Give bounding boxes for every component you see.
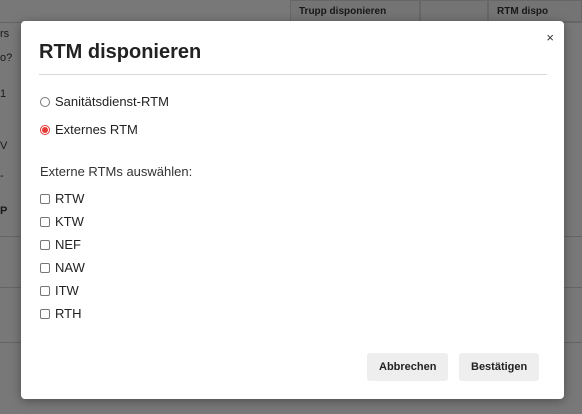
checkbox-label: RTH [55, 306, 82, 321]
checkbox-itw[interactable]: ITW [40, 283, 79, 298]
checkbox-label: ITW [55, 283, 79, 298]
radio-externes-rtm[interactable]: Externes RTM [40, 122, 138, 137]
dialog-title: RTM disponieren [39, 41, 202, 63]
checkbox-naw[interactable]: NAW [40, 260, 85, 275]
close-icon[interactable]: × [546, 31, 554, 44]
checkbox[interactable] [40, 193, 50, 204]
checkbox[interactable] [40, 285, 50, 296]
checkbox-label: RTW [55, 191, 85, 206]
checkbox-label: KTW [55, 214, 84, 229]
confirm-button[interactable]: Bestätigen [459, 353, 540, 381]
radio-button-selected[interactable] [40, 124, 50, 135]
checkbox-ktw[interactable]: KTW [40, 214, 84, 229]
external-rtm-section-label: Externe RTMs auswählen: [40, 164, 193, 179]
radio-button[interactable] [40, 96, 50, 107]
checkbox-nef[interactable]: NEF [40, 237, 81, 252]
rtm-dispatch-dialog: × RTM disponieren Sanitätsdienst-RTM Ext… [21, 21, 564, 399]
radio-label: Sanitätsdienst-RTM [55, 94, 169, 109]
checkbox-rtw[interactable]: RTW [40, 191, 84, 206]
checkbox[interactable] [40, 239, 50, 250]
checkbox-label: NEF [55, 237, 81, 252]
radio-label: Externes RTM [55, 122, 138, 137]
cancel-button[interactable]: Abbrechen [367, 353, 449, 381]
checkbox[interactable] [40, 308, 50, 319]
checkbox-rth[interactable]: RTH [40, 306, 81, 321]
checkbox[interactable] [40, 262, 50, 273]
checkbox-label: NAW [55, 260, 85, 275]
checkbox[interactable] [40, 216, 50, 227]
radio-sanitaetsdienst-rtm[interactable]: Sanitätsdienst-RTM [40, 94, 169, 109]
title-divider [39, 74, 547, 75]
